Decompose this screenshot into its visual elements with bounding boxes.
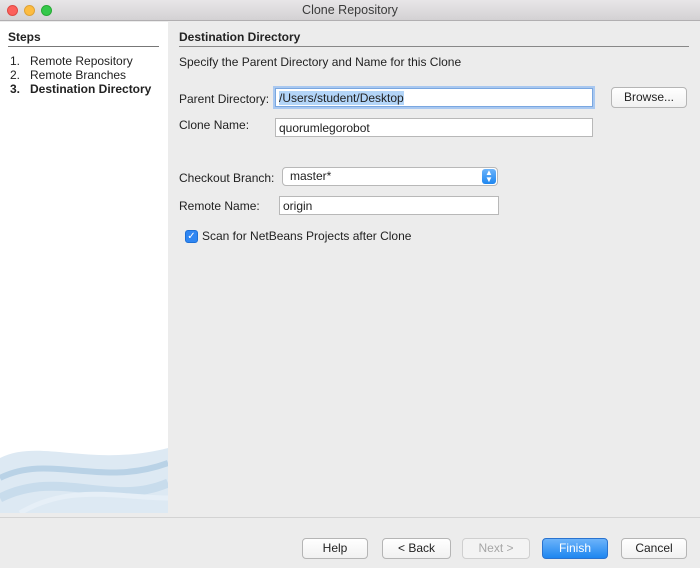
scan-netbeans-label[interactable]: Scan for NetBeans Projects after Clone: [202, 229, 411, 243]
step-label: Remote Repository: [30, 54, 133, 68]
window-title: Clone Repository: [302, 3, 398, 17]
back-button[interactable]: < Back: [382, 538, 451, 559]
clone-name-field[interactable]: quorumlegorobot: [275, 118, 593, 137]
browse-button[interactable]: Browse...: [611, 87, 687, 108]
step-remote-repository: 1. Remote Repository: [10, 54, 133, 68]
next-button[interactable]: Next >: [462, 538, 530, 559]
parent-directory-label: Parent Directory:: [179, 92, 270, 106]
parent-directory-value: /Users/student/Desktop: [279, 91, 404, 105]
remote-name-label: Remote Name:: [179, 199, 260, 213]
step-number: 3.: [10, 82, 21, 96]
step-label: Destination Directory: [30, 82, 152, 96]
checkout-branch-value: master*: [290, 169, 332, 183]
checkout-branch-label: Checkout Branch:: [179, 171, 275, 185]
help-button[interactable]: Help: [302, 538, 368, 559]
finish-button[interactable]: Finish: [542, 538, 608, 559]
parent-directory-field[interactable]: /Users/student/Desktop: [275, 88, 593, 107]
step-label: Remote Branches: [30, 68, 127, 82]
cancel-button[interactable]: Cancel: [621, 538, 687, 559]
netbeans-swoosh-decoration: [0, 448, 168, 513]
scan-netbeans-checkbox[interactable]: ✓: [185, 230, 198, 243]
footer-divider: [0, 517, 700, 518]
clone-name-label: Clone Name:: [179, 118, 250, 132]
step-remote-branches: 2. Remote Branches: [10, 68, 126, 82]
steps-heading: Steps: [8, 30, 159, 47]
step-destination-directory: 3. Destination Directory: [10, 82, 151, 96]
title-bar: Clone Repository: [0, 0, 700, 21]
checkout-branch-select[interactable]: master* ▲ ▼: [282, 167, 498, 186]
step-number: 1.: [10, 54, 21, 68]
section-heading: Destination Directory: [179, 30, 689, 47]
step-number: 2.: [10, 68, 21, 82]
steps-panel: Steps 1. Remote Repository 2. Remote Branc…: [0, 22, 168, 513]
chevron-up-down-icon: ▲ ▼: [482, 169, 496, 184]
section-description: Specify the Parent Directory and Name fo…: [179, 55, 462, 69]
remote-name-field[interactable]: origin: [279, 196, 499, 215]
